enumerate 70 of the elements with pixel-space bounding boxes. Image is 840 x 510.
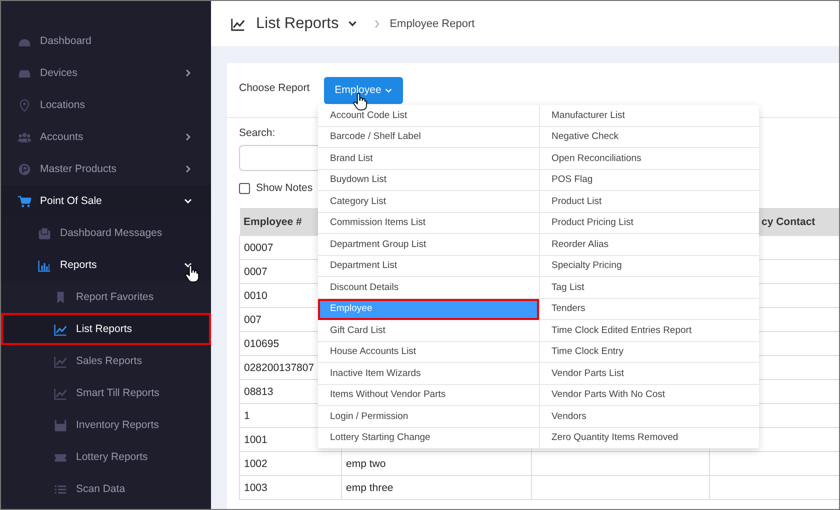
menu-item[interactable]: Reorder Alias (538, 234, 759, 256)
chevron-icon (183, 68, 193, 78)
sidebar-item[interactable]: List Reports (1, 313, 211, 345)
menu-item[interactable]: Manufacturer List (538, 105, 759, 126)
menu-item[interactable]: Product Pricing List (538, 212, 759, 234)
sidebar-item[interactable]: Locations (1, 89, 211, 121)
sidebar-item[interactable]: Inventory Reports (1, 409, 211, 441)
menu-item[interactable]: Vendor Parts List (538, 363, 759, 384)
sidebar-item[interactable]: Reports (1, 249, 211, 281)
menu-item[interactable]: POS Flag (538, 170, 759, 191)
menu-item[interactable]: Product List (538, 191, 759, 212)
sidebar-item[interactable]: Dashboard (1, 25, 211, 57)
menu-item[interactable]: Buydown List (318, 170, 538, 191)
line-chart-icon (231, 16, 245, 30)
chevron-icon (183, 196, 193, 206)
hand-cursor-icon (185, 265, 199, 283)
menu-item[interactable]: Specialty Pricing (538, 256, 759, 277)
menu-item[interactable]: Department List (318, 256, 538, 277)
menu-item[interactable]: Tenders (538, 298, 759, 320)
location-pin-icon (18, 98, 31, 112)
menu-item[interactable]: House Accounts List (318, 342, 538, 363)
sidebar-item[interactable]: Dashboard Messages (1, 217, 211, 249)
menu-item[interactable]: Vendors (538, 406, 759, 428)
list-icon (54, 482, 67, 496)
sidebar-item[interactable]: Lottery Reports (1, 441, 211, 473)
menu-item[interactable]: Inactive Item Wizards (318, 363, 538, 384)
menu-item[interactable]: Negative Check (538, 126, 759, 148)
menu-item[interactable]: Tag List (538, 277, 759, 298)
table-cell: 1003 (240, 476, 342, 500)
menu-item[interactable]: Category List (318, 191, 538, 212)
line-chart-icon (54, 322, 67, 336)
menu-item[interactable]: Login / Permission (318, 406, 538, 428)
menu-item[interactable]: Gift Card List (318, 320, 538, 342)
sidebar-item[interactable]: Report Favorites (1, 281, 211, 313)
chevron-icon (183, 164, 193, 174)
sidebar-item[interactable]: Smart Till Reports (1, 377, 211, 409)
table-cell: emp two (342, 452, 532, 476)
chevron-icon (183, 132, 193, 142)
menu-item[interactable]: Barcode / Shelf Label (318, 126, 538, 148)
sidebar-item[interactable]: Point Of Sale (1, 185, 211, 217)
users-icon (18, 130, 31, 144)
bar-chart-icon (38, 258, 51, 272)
report-dropdown[interactable]: Employee (324, 76, 404, 104)
sidebar-item[interactable]: Scan Data (1, 473, 211, 505)
p-circle-icon (18, 162, 31, 176)
menu-item[interactable]: Open Reconciliations (538, 148, 759, 170)
menu-item[interactable]: Zero Quantity Items Removed (538, 428, 759, 449)
menu-item[interactable]: Commission Items List (318, 212, 538, 234)
menu-item[interactable]: Items Without Vendor Parts (318, 384, 538, 406)
sidebar-item[interactable]: Devices (1, 57, 211, 89)
menu-item[interactable]: Time Clock Edited Entries Report (538, 320, 759, 342)
sidebar-item[interactable]: Master Products (1, 153, 211, 185)
menu-item[interactable]: Lottery Starting Change (318, 428, 538, 449)
sidebar-item[interactable]: Accounts (1, 121, 211, 153)
checkbox-label: Show Notes (256, 182, 313, 194)
menu-item[interactable]: Department Group List (318, 234, 538, 256)
table-cell: emp three (342, 476, 532, 500)
line-chart-icon (54, 386, 67, 400)
sidebar-item[interactable]: Sales Reports (1, 345, 211, 377)
menu-item[interactable]: Time Clock Entry (538, 342, 759, 363)
checkbox[interactable] (239, 182, 250, 194)
field-label: Choose Report (239, 82, 310, 94)
cart-icon (18, 194, 31, 208)
page-title[interactable]: List Reports (245, 14, 339, 32)
menu-item[interactable]: Brand List (318, 148, 538, 170)
table-cell: 1002 (240, 452, 342, 476)
line-chart-icon (54, 354, 67, 368)
breadcrumb: Employee Report (390, 18, 475, 30)
field-label: Search: (239, 127, 276, 139)
menu-item[interactable]: Vendor Parts With No Cost (538, 384, 759, 406)
